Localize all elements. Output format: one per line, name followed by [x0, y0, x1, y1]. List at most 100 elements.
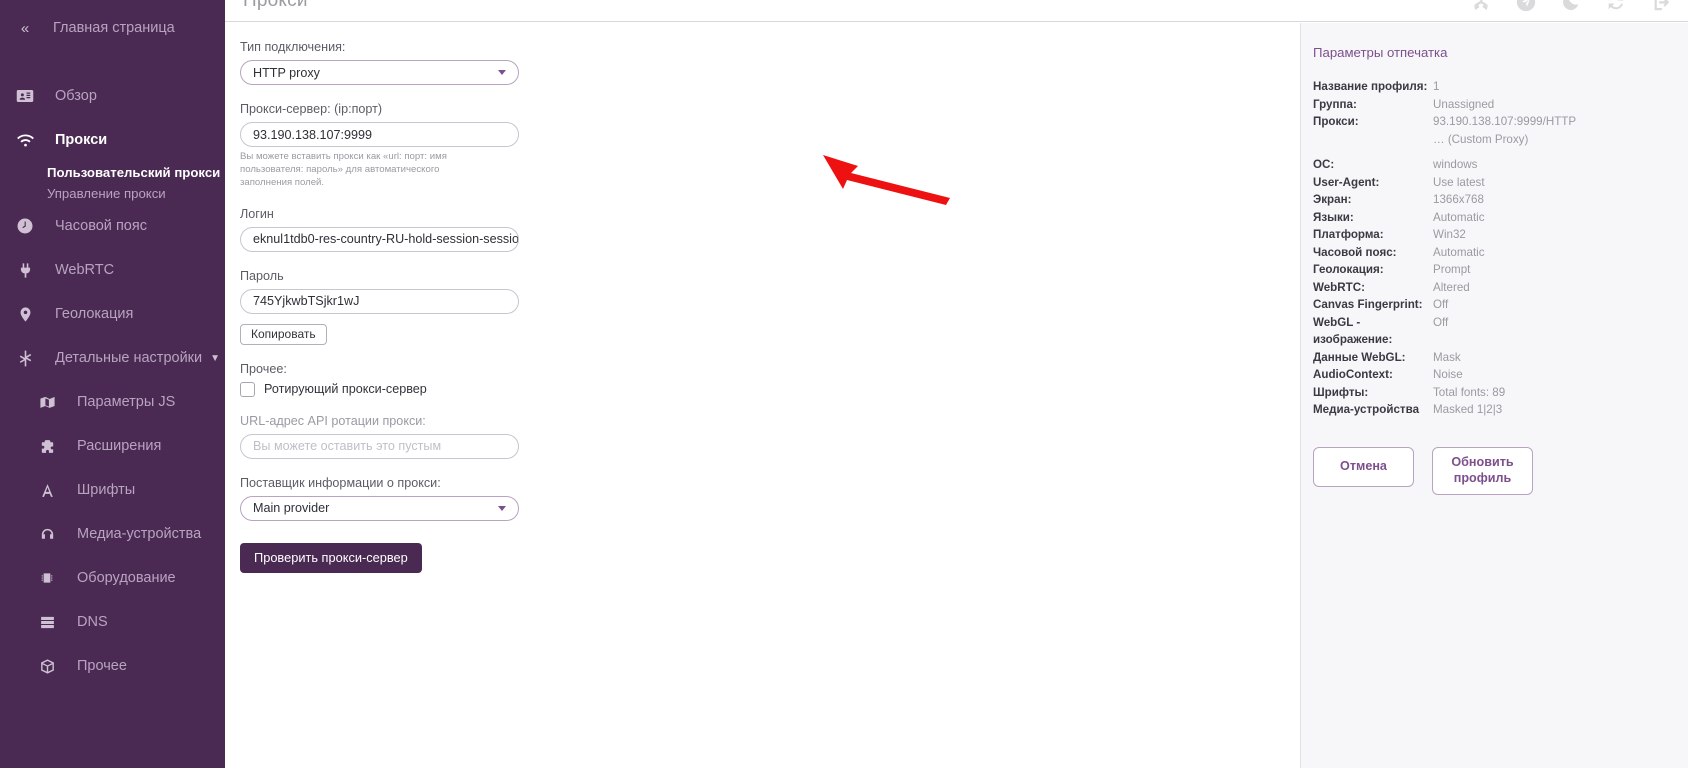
sidebar-item-label: WebRTC [55, 262, 115, 278]
login-value: eknul1tdb0-res-country-RU-hold-session-s… [253, 232, 519, 247]
connection-type-select[interactable]: HTTP proxy [240, 60, 519, 85]
map-pin-icon [6, 306, 44, 323]
fingerprint-row: Экран: 1366x768 [1313, 191, 1670, 209]
sidebar-subitem-label: Управление прокси [47, 186, 166, 201]
sidebar-item-other[interactable]: Прочее [0, 644, 225, 688]
update-profile-button[interactable]: Обновить профиль [1432, 446, 1533, 495]
fingerprint-key: User-Agent: [1313, 175, 1380, 189]
refresh-icon[interactable] [1605, 0, 1627, 13]
sidebar-item-media-devices[interactable]: Медиа-устройства [0, 512, 225, 556]
fingerprint-key: Шрифты: [1313, 385, 1369, 399]
rotation-url-input[interactable]: Вы можете оставить это пустым [240, 433, 519, 459]
copy-button[interactable]: Копировать [240, 323, 327, 345]
check-proxy-button[interactable]: Проверить прокси-сервер [240, 542, 422, 573]
chevron-down-icon[interactable]: ▼ [210, 353, 220, 364]
sidebar-item-hardware[interactable]: Оборудование [0, 556, 225, 600]
fingerprint-key: Платформа: [1313, 228, 1384, 241]
fingerprint-key: Медиа-устройства [1313, 403, 1420, 416]
sidebar-subitem-custom-proxy[interactable]: Пользовательский прокси [0, 162, 225, 183]
proxy-server-input[interactable]: 93.190.138.107:9999 [240, 122, 519, 147]
sidebar-item-label: Прочее [77, 658, 127, 674]
sidebar-item-overview[interactable]: Обзор [0, 74, 225, 118]
fingerprint-key: Прокси: [1313, 115, 1359, 128]
login-label: Логин [240, 206, 274, 221]
rotating-proxy-checkbox-row[interactable]: Ротирующий прокси-сервер [240, 381, 540, 397]
fingerprint-value: Win32 [1433, 228, 1466, 241]
sidebar-item-label: Обзор [55, 88, 97, 104]
fingerprint-row: Платформа: Win32 [1313, 226, 1670, 244]
rotating-proxy-label: Ротирующий прокси-сервер [264, 382, 427, 397]
fingerprint-row: Название профиля: 1 [1313, 78, 1670, 96]
recycle-icon[interactable] [1470, 0, 1492, 13]
cancel-button[interactable]: Отмена [1313, 446, 1414, 487]
sidebar-item-extensions[interactable]: Расширения [0, 424, 225, 468]
sidebar-item-webrtc[interactable]: WebRTC [0, 248, 225, 292]
sidebar-item-label: Шрифты [77, 482, 136, 498]
sidebar-subitem-manage-proxy[interactable]: Управление прокси [0, 183, 225, 204]
chip-icon [28, 570, 66, 586]
sidebar-item-label: Параметры JS [77, 394, 176, 410]
fingerprint-value: Unassigned [1433, 97, 1495, 111]
top-bar: Прокси [225, 0, 1688, 22]
fingerprint-value: Total fonts: 89 [1433, 385, 1506, 399]
page-title: Прокси [243, 0, 308, 11]
moon-icon[interactable] [1560, 0, 1582, 13]
sidebar-item-geolocation[interactable]: Геолокация [0, 292, 225, 336]
chevrons-left-icon[interactable]: « [8, 11, 42, 45]
fingerprint-value: 1366x768 [1433, 193, 1484, 206]
fingerprint-key: Геолокация: [1313, 263, 1384, 276]
fingerprint-key: Название профиля: [1313, 80, 1428, 93]
fingerprint-key: WebGL - изображение: [1313, 315, 1393, 347]
fingerprint-value: Use latest [1433, 175, 1485, 189]
plug-icon [6, 262, 44, 279]
provider-select[interactable]: Main provider [240, 495, 519, 521]
sidebar-item-label: Расширения [77, 438, 162, 454]
sidebar-item-label: Геолокация [55, 306, 134, 322]
fingerprint-row: Часовой пояс: Automatic [1313, 244, 1670, 262]
proxy-hint-text: Вы можете вставить прокси как «url: порт… [240, 151, 447, 188]
sidebar-item-detailed-settings[interactable]: Детальные настройки ▼ [0, 336, 225, 380]
fingerprint-row: Данные WebGL: Mask [1313, 349, 1670, 367]
wifi-icon [6, 131, 44, 150]
sidebar-home-label[interactable]: Главная страница [53, 20, 175, 36]
top-bar-icons [1470, 0, 1672, 13]
fingerprint-value: Prompt [1433, 263, 1471, 276]
fingerprint-row: Медиа-устройства Masked 1|2|3 [1313, 401, 1670, 419]
fingerprint-row: AudioContext: Noise [1313, 366, 1670, 384]
sidebar-item-fonts[interactable]: Шрифты [0, 468, 225, 512]
rotating-proxy-checkbox[interactable] [240, 381, 255, 397]
rotation-url-label: URL-адрес API ротации прокси: [240, 413, 426, 428]
provider-value: Main provider [253, 501, 330, 516]
box-icon [28, 658, 66, 675]
sidebar-item-label: DNS [77, 614, 108, 630]
provider-label: Поставщик информации о прокси: [240, 475, 441, 490]
sidebar-item-dns[interactable]: DNS [0, 600, 225, 644]
logout-icon[interactable] [1650, 0, 1672, 13]
fingerprint-key: Данные WebGL: [1313, 350, 1406, 364]
sidebar-item-js-params[interactable]: Параметры JS [0, 380, 225, 424]
sidebar-item-label: Медиа-устройства [77, 526, 202, 542]
red-arrow-annotation [823, 155, 950, 205]
fingerprint-key: WebRTC: [1313, 280, 1365, 294]
app-root: « Главная страница Обзор Прокси Пользова… [0, 0, 1688, 768]
sidebar-item-timezone[interactable]: Часовой пояс [0, 204, 225, 248]
sidebar-item-proxy[interactable]: Прокси [0, 118, 225, 162]
fingerprint-row: Прокси: 93.190.138.107:9999/HTTP … (Cust… [1313, 113, 1670, 148]
login-input[interactable]: eknul1tdb0-res-country-RU-hold-session-s… [240, 226, 519, 252]
chevron-down-icon [498, 70, 506, 75]
fingerprint-value: Automatic [1433, 210, 1485, 224]
headphones-icon [28, 526, 66, 543]
password-input[interactable]: 745YjkwbTSjkr1wJ [240, 288, 519, 314]
fingerprint-key: Часовой пояс: [1313, 245, 1397, 259]
sidebar-item-label: Прокси [55, 132, 108, 148]
fingerprint-value: 1 [1433, 80, 1440, 93]
sidebar-item-label: Оборудование [77, 570, 176, 586]
fingerprint-key: AudioContext: [1313, 368, 1393, 381]
password-label: Пароль [240, 268, 284, 283]
fingerprint-row: WebRTC: Altered [1313, 279, 1670, 297]
clock-icon [6, 217, 44, 235]
fingerprint-row: User-Agent: Use latest [1313, 174, 1670, 192]
fingerprint-row: Геолокация: Prompt [1313, 261, 1670, 279]
send-icon[interactable] [1515, 0, 1537, 13]
fingerprint-panel: Параметры отпечатка Название профиля: 1 … [1300, 23, 1688, 768]
